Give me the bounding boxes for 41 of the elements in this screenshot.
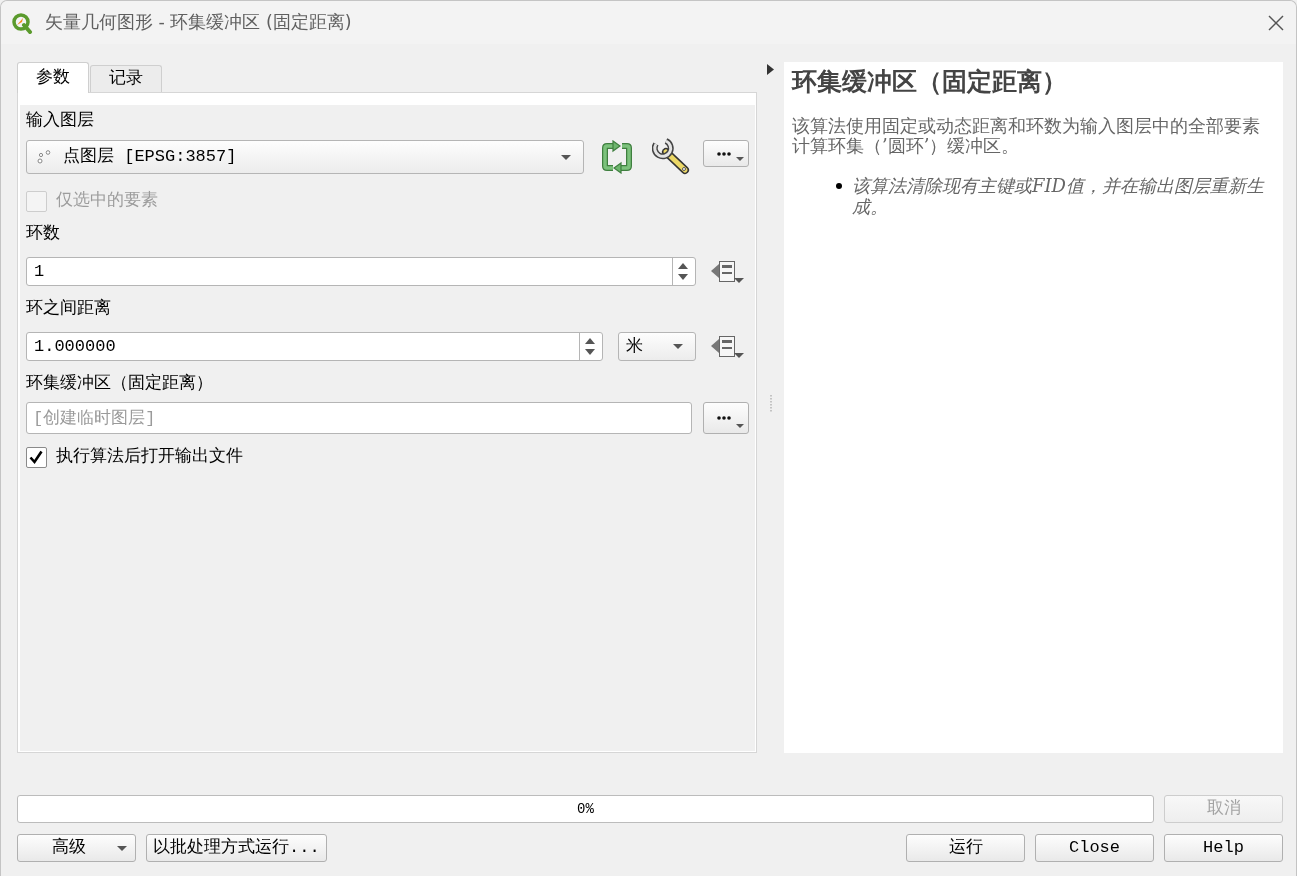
close-icon[interactable] [1268, 14, 1284, 31]
push-button[interactable]: Help [1164, 834, 1283, 862]
caret-icon [561, 154, 571, 160]
unit-dropdown[interactable]: 米 [618, 332, 696, 361]
checkbox-label: 执行算法后打开输出文件 [56, 446, 243, 468]
field-label: 输入图层 [26, 110, 94, 132]
tab[interactable]: 参数 [17, 62, 89, 93]
caret-icon [736, 157, 744, 161]
layer-dropdown[interactable]: 点图层 [EPSG:3857] [26, 140, 584, 174]
field-label: 环之间距离 [26, 297, 111, 320]
bullet-icon [836, 183, 842, 189]
field-label: 环集缓冲区（固定距离） [26, 372, 213, 395]
help-description: 该算法使用固定或动态距离和环数为输入图层中的全部要素计算环集（’圆环’）缓冲区。 [792, 116, 1261, 156]
help-title: 环集缓冲区（固定距离） [792, 66, 1067, 98]
more-options-button[interactable] [703, 140, 749, 167]
push-button[interactable]: Close [1035, 834, 1154, 862]
collapse-arrow-icon[interactable] [767, 64, 774, 75]
wrench-icon[interactable] [652, 138, 690, 176]
menu-button[interactable]: 高级 [17, 834, 136, 862]
number-field[interactable]: 1.000000 [26, 332, 603, 361]
more-options-button[interactable] [703, 402, 749, 434]
point-layer-icon [37, 150, 51, 164]
logo-icon [11, 11, 33, 34]
checkbox[interactable] [26, 446, 47, 468]
field-label: 环数 [26, 223, 60, 245]
ellipsis-icon [717, 416, 731, 420]
cycle-arrows-icon[interactable] [600, 140, 634, 174]
ellipsis-icon [717, 151, 731, 156]
checkbox-label: 仅选中的要素 [56, 190, 158, 212]
push-button[interactable]: 以批处理方式运行... [146, 834, 327, 862]
caret-icon [117, 845, 127, 851]
splitter-handle-icon[interactable] [770, 395, 772, 413]
tab[interactable]: 记录 [90, 65, 162, 92]
push-button[interactable]: 运行 [906, 834, 1025, 862]
caret-icon [673, 344, 683, 349]
output-field[interactable]: [创建临时图层] [26, 402, 692, 434]
caret-icon [736, 424, 744, 428]
help-note: 该算法清除现有主键或FID值，并在输出图层重新生成。 [852, 175, 1266, 217]
number-field[interactable]: 1 [26, 257, 696, 286]
progress-text: 0% [577, 800, 594, 818]
window-title: 矢量几何图形 - 环集缓冲区 (固定距离) [45, 11, 352, 35]
